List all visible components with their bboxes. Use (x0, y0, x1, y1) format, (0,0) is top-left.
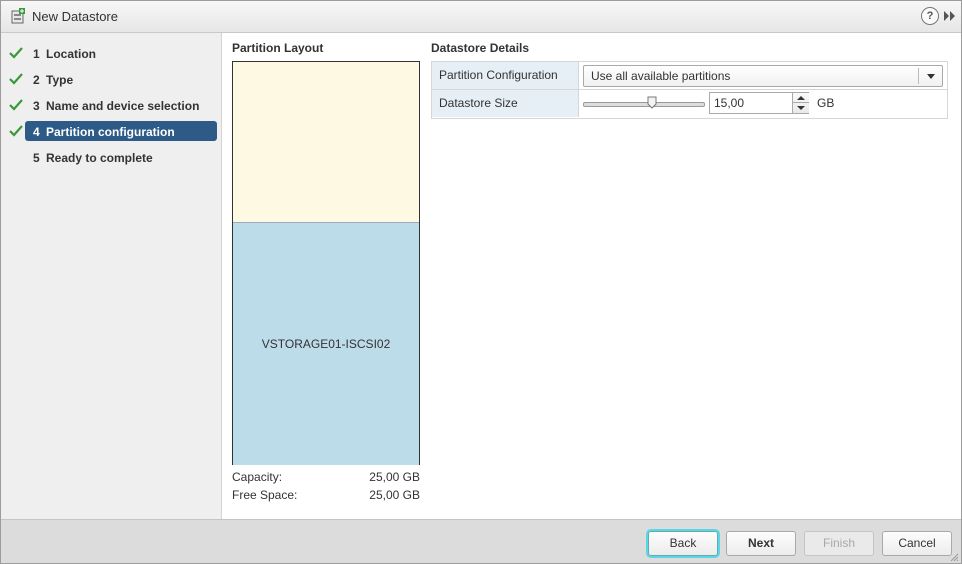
datastore-size-value: 15,00 (714, 96, 745, 110)
resize-grip-icon[interactable] (949, 552, 959, 562)
datastore-size-label-cell: Datastore Size (432, 90, 579, 117)
check-icon (9, 99, 23, 111)
wizard-step-location[interactable]: 1 Location (25, 43, 217, 63)
datastore-size-label: Datastore Size (439, 96, 518, 110)
cancel-button[interactable]: Cancel (882, 531, 952, 556)
size-unit: GB (817, 96, 835, 110)
wizard-step-name-device[interactable]: 3 Name and device selection (25, 95, 217, 115)
datastore-add-icon (11, 8, 25, 24)
datastore-size-input[interactable]: 15,00 (709, 92, 809, 114)
partition-layout-graphic: VSTORAGE01-ISCSI02 (232, 61, 420, 465)
spinner-divider (793, 102, 809, 103)
back-button[interactable]: Back (648, 531, 718, 556)
step-label: Name and device selection (46, 99, 200, 113)
partition-configuration-row: Partition Configuration Use all availabl… (432, 62, 947, 90)
wizard-content: Partition Layout VSTORAGE01-ISCSI02 Capa… (222, 33, 961, 519)
wizard-step-partition-configuration[interactable]: 4 Partition configuration (25, 121, 217, 141)
check-icon (9, 73, 23, 85)
partition-configuration-label: Partition Configuration (439, 68, 558, 82)
datastore-size-row: Datastore Size 15,00 GB (432, 90, 947, 117)
datastore-details-table: Partition Configuration Use all availabl… (431, 61, 948, 119)
free-space-value: 25,00 GB (369, 488, 420, 502)
capacity-value: 25,00 GB (369, 470, 420, 484)
expand-panel-icon[interactable] (943, 9, 957, 23)
title-bar: New Datastore ? (1, 1, 961, 33)
wizard-footer: Back Next Finish Cancel (1, 519, 961, 563)
wizard-step-type[interactable]: 2 Type (25, 69, 217, 89)
step-number: 1 (33, 47, 40, 61)
wizard-step-ready-to-complete[interactable]: 5 Ready to complete (25, 147, 217, 167)
step-number: 3 (33, 99, 40, 113)
partition-region: VSTORAGE01-ISCSI02 (233, 222, 419, 465)
free-space-region (233, 62, 419, 222)
new-datastore-dialog: New Datastore ? 1 Location 2 Type 3 Name… (0, 0, 962, 564)
free-space-label: Free Space: (232, 488, 298, 502)
decrement-arrow-icon[interactable] (797, 106, 805, 110)
finish-button: Finish (804, 531, 874, 556)
partition-configuration-value: Use all available partitions (591, 69, 731, 83)
check-icon (9, 47, 23, 59)
wizard-steps-sidebar: 1 Location 2 Type 3 Name and device sele… (1, 33, 222, 519)
select-divider (918, 68, 919, 84)
slider-thumb-icon[interactable] (647, 96, 657, 109)
check-icon (9, 125, 23, 137)
step-number: 2 (33, 73, 40, 87)
free-space-row: Free Space: 25,00 GB (232, 488, 420, 502)
partition-configuration-select[interactable]: Use all available partitions (583, 65, 943, 87)
next-button[interactable]: Next (726, 531, 796, 556)
step-label: Type (46, 73, 74, 87)
datastore-details-title: Datastore Details (431, 41, 530, 55)
size-spinner (792, 93, 809, 113)
datastore-size-slider-track[interactable] (583, 102, 705, 107)
step-label: Ready to complete (46, 151, 153, 165)
step-label: Location (46, 47, 96, 61)
help-icon[interactable]: ? (921, 7, 939, 25)
step-number: 4 (33, 125, 40, 139)
capacity-label: Capacity: (232, 470, 283, 484)
step-number: 5 (33, 151, 40, 165)
partition-name: VSTORAGE01-ISCSI02 (261, 337, 391, 351)
partition-layout-title: Partition Layout (232, 41, 324, 55)
partition-configuration-label-cell: Partition Configuration (432, 62, 579, 89)
step-label: Partition configuration (46, 125, 175, 139)
window-title: New Datastore (32, 9, 118, 24)
dropdown-arrow-icon[interactable] (927, 74, 935, 79)
increment-arrow-icon[interactable] (797, 96, 805, 100)
capacity-row: Capacity: 25,00 GB (232, 470, 420, 484)
